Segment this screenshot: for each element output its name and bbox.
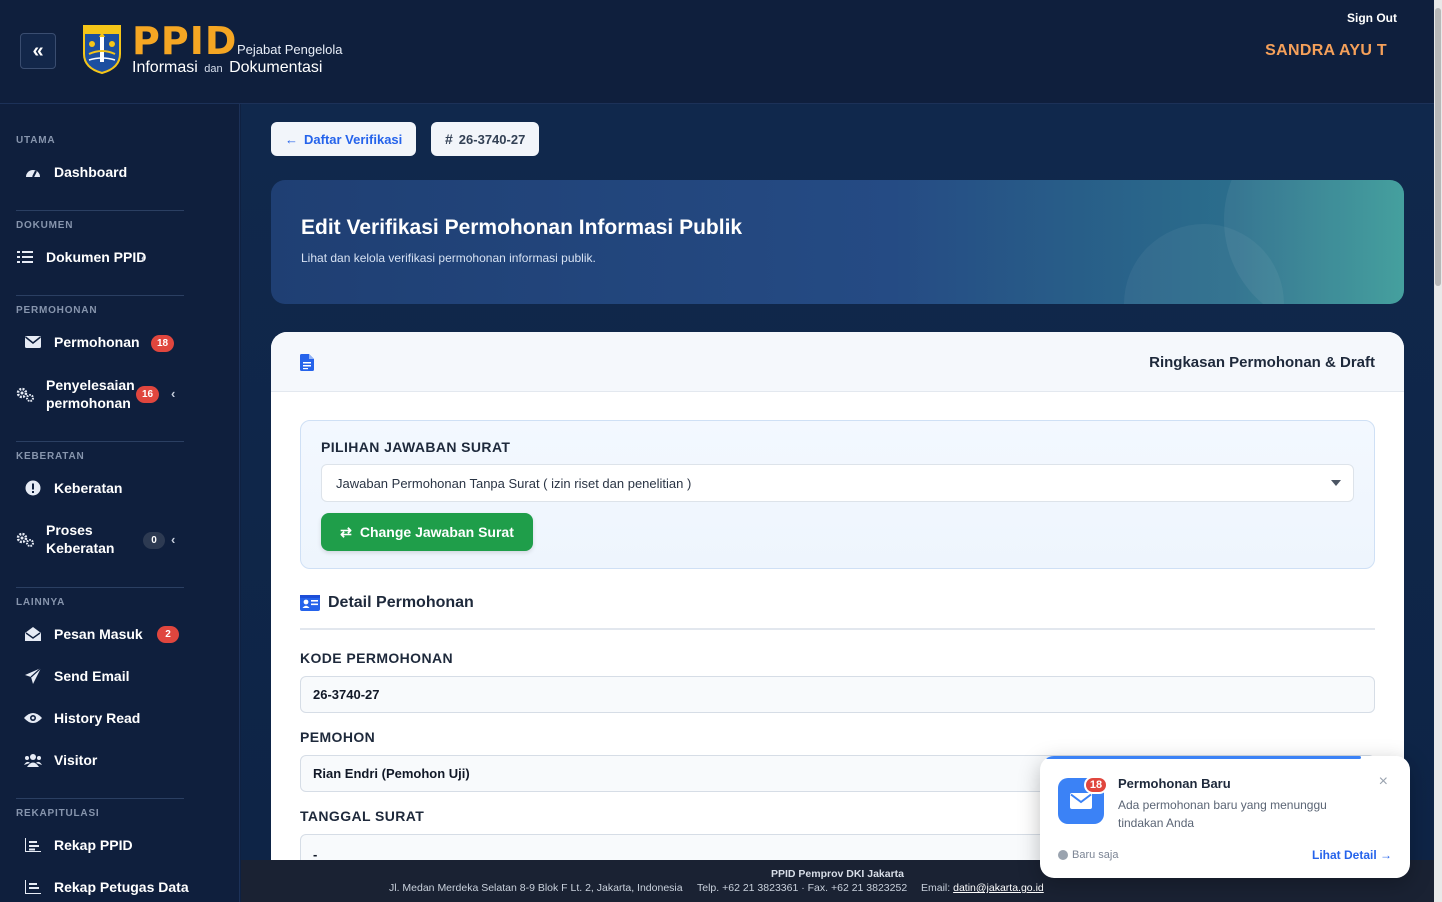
- sidebar-item-keberatan[interactable]: Keberatan: [24, 479, 194, 497]
- sidebar-divider: [16, 295, 184, 296]
- sidebar-divider: [16, 210, 184, 211]
- brand-subtitle-2: Informasi dan Dokumentasi: [132, 59, 323, 76]
- chart-area-icon: [24, 878, 42, 896]
- section-keberatan: KEBERATAN: [16, 451, 85, 462]
- card-header: Ringkasan Permohonan & Draft: [271, 332, 1404, 392]
- page-hero-banner: Edit Verifikasi Permohonan Informasi Pub…: [271, 180, 1404, 304]
- proses-keberatan-count-badge: 0: [143, 532, 165, 549]
- sidebar-item-rekap-ppid[interactable]: Rekap PPID: [24, 836, 194, 854]
- sidebar-item-visitor[interactable]: Visitor: [24, 751, 194, 769]
- toast-message: Ada permohonan baru yang menunggu tindak…: [1118, 798, 1327, 830]
- section-divider: [300, 628, 1375, 630]
- list-icon: [16, 248, 34, 266]
- exchange-icon: ⇄: [340, 523, 352, 540]
- tanggal-surat-label: TANGGAL SURAT: [300, 808, 425, 824]
- sidebar-item-dashboard[interactable]: Dashboard: [24, 163, 194, 181]
- hashtag-icon: #: [445, 131, 453, 147]
- jawaban-surat-select[interactable]: Jawaban Permohonan Tanpa Surat ( izin ri…: [321, 464, 1354, 502]
- back-to-daftar-verifikasi-button[interactable]: ← Daftar Verifikasi: [271, 122, 417, 156]
- page-scrollbar[interactable]: [1434, 0, 1442, 902]
- arrow-left-icon: ←: [285, 131, 298, 147]
- toast-close-button[interactable]: ×: [1379, 773, 1388, 791]
- sidebar-divider: [16, 441, 184, 442]
- sidebar-item-send-email[interactable]: Send Email: [24, 667, 194, 685]
- kode-permohonan-label: KODE PERMOHONAN: [300, 650, 454, 666]
- sidebar-item-history-read[interactable]: History Read: [24, 709, 194, 727]
- sidebar-item-penyelesaian-permohonan[interactable]: Penyelesaian permohonan: [16, 376, 186, 412]
- permohonan-count-badge: 18: [151, 335, 175, 352]
- request-code-pill: # 26-3740-27: [431, 122, 540, 156]
- section-lainnya: LAINNYA: [16, 597, 66, 608]
- toast-title: Permohonan Baru: [1118, 776, 1231, 791]
- top-header: « PPID Pejabat Pengelola Informasi dan D…: [0, 0, 1434, 104]
- footer-phone: Telp. +62 21 3823361 · Fax. +62 21 38232…: [697, 882, 908, 894]
- penyelesaian-count-badge: 16: [136, 386, 160, 403]
- eye-icon: [24, 709, 42, 727]
- cogs-icon: [16, 385, 34, 403]
- toast-lihat-detail-link[interactable]: Lihat Detail →: [1312, 848, 1392, 862]
- exclamation-circle-icon: [24, 479, 42, 497]
- sign-out-link[interactable]: Sign Out: [1347, 11, 1397, 25]
- envelope-open-icon: [24, 625, 42, 643]
- footer-address: Jl. Medan Merdeka Selatan 8-9 Blok F Lt.…: [389, 882, 683, 894]
- sidebar: UTAMA Dashboard DOKUMEN Dokumen PPID ‹ P…: [0, 104, 240, 902]
- pilihan-jawaban-label: PILIHAN JAWABAN SURAT: [321, 439, 511, 455]
- collapse-sidebar-button[interactable]: «: [20, 33, 56, 69]
- footer-email-link[interactable]: datin@jakarta.go.id: [953, 882, 1044, 894]
- id-card-icon: [300, 595, 320, 611]
- jakarta-emblem-logo: [83, 25, 121, 74]
- paper-plane-icon: [24, 667, 42, 685]
- page-title: Edit Verifikasi Permohonan Informasi Pub…: [301, 216, 743, 239]
- sidebar-divider: [16, 587, 184, 588]
- caret-down-icon: [1331, 480, 1341, 486]
- footer-email: Email: datin@jakarta.go.id: [921, 882, 1044, 894]
- section-permohonan: PERMOHONAN: [16, 305, 98, 316]
- pilihan-jawaban-panel: PILIHAN JAWABAN SURAT Jawaban Permohonan…: [300, 420, 1375, 569]
- sidebar-item-dokumen-ppid[interactable]: Dokumen PPID: [16, 248, 186, 266]
- clock-icon: [1058, 850, 1068, 860]
- cogs-icon: [16, 530, 34, 548]
- toast-time: Baru saja: [1058, 849, 1118, 861]
- file-alt-icon: [300, 354, 314, 371]
- card-title: Ringkasan Permohonan & Draft: [1149, 354, 1375, 371]
- gauge-icon: [24, 163, 42, 181]
- page-subtitle: Lihat dan kelola verifikasi permohonan i…: [301, 251, 596, 265]
- brand-ppid: PPID: [132, 19, 238, 63]
- section-utama: UTAMA: [16, 135, 56, 146]
- chevron-left-icon: ‹: [171, 532, 176, 547]
- brand-subtitle-1: Pejabat Pengelola: [237, 42, 343, 57]
- sidebar-divider: [16, 798, 184, 799]
- detail-permohonan-heading: Detail Permohonan: [300, 594, 474, 612]
- main-content: ← Daftar Verifikasi # 26-3740-27 Edit Ve…: [241, 104, 1434, 860]
- toast-count-badge: 18: [1084, 776, 1108, 794]
- kode-permohonan-field[interactable]: 26-3740-27: [300, 676, 1375, 713]
- section-rekapitulasi: REKAPITULASI: [16, 808, 100, 819]
- sidebar-item-rekap-petugas-data[interactable]: Rekap Petugas Data: [24, 878, 194, 896]
- chart-area-icon: [24, 836, 42, 854]
- section-dokumen: DOKUMEN: [16, 220, 74, 231]
- chevron-left-icon: ‹: [171, 386, 176, 401]
- toast-progress-bar: [1046, 756, 1361, 759]
- pemohon-label: PEMOHON: [300, 729, 376, 745]
- pesan-masuk-count-badge: 2: [157, 626, 179, 643]
- envelope-icon: [24, 333, 42, 351]
- new-request-toast: 18 Permohonan Baru Ada permohonan baru y…: [1040, 756, 1410, 878]
- user-name[interactable]: SANDRA AYU T: [1265, 42, 1387, 60]
- users-icon: [24, 751, 42, 769]
- chevron-left-icon: ‹: [141, 250, 146, 265]
- scrollbar-thumb[interactable]: [1435, 8, 1441, 286]
- change-jawaban-surat-button[interactable]: ⇄ Change Jawaban Surat: [321, 513, 533, 551]
